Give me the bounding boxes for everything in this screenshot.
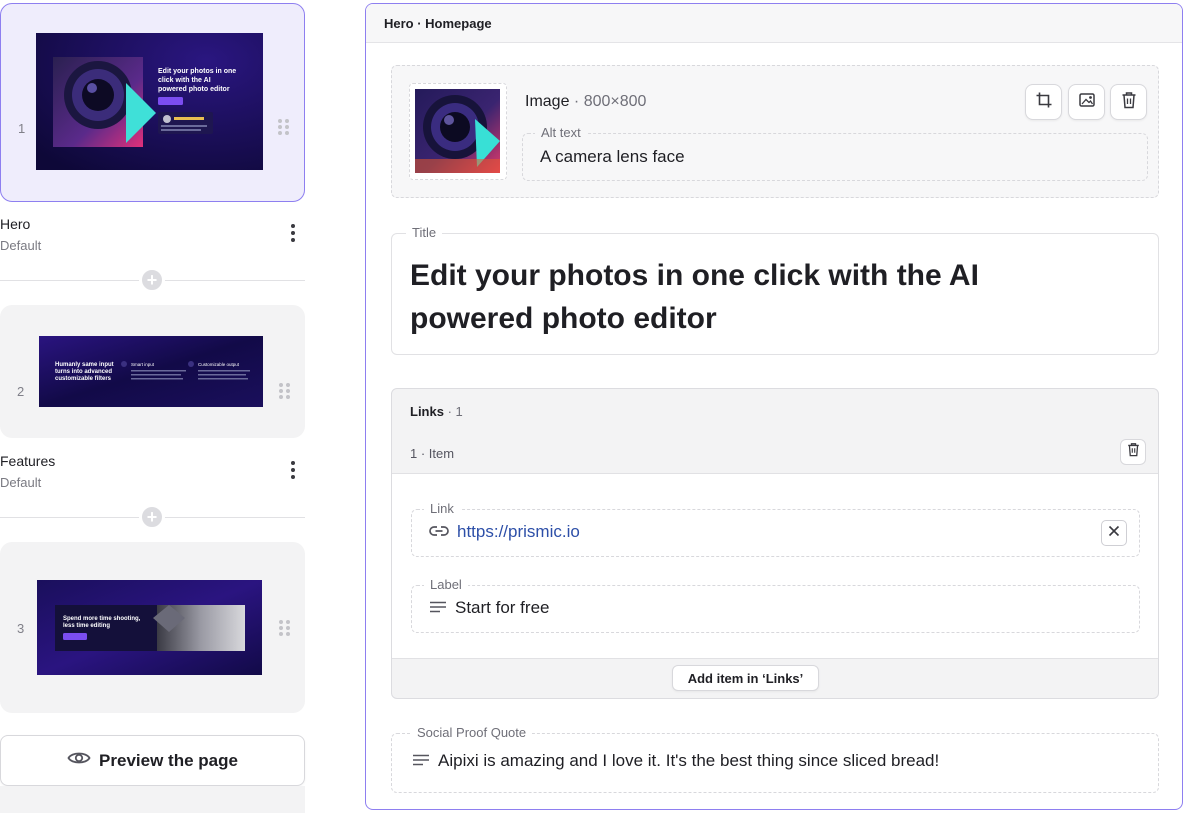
link-value-row: https://prismic.io xyxy=(429,522,580,542)
label-field[interactable]: Label Start for free xyxy=(411,577,1140,633)
image-preview[interactable] xyxy=(409,83,507,180)
trash-icon xyxy=(1127,442,1140,462)
svg-text:Humanly same input: Humanly same input xyxy=(55,362,114,368)
trash-icon xyxy=(1121,91,1137,114)
quote-value-row: Aipixi is amazing and I love it. It's th… xyxy=(412,751,939,771)
replace-image-icon xyxy=(1078,91,1096,114)
svg-text:less time editing: less time editing xyxy=(63,623,110,629)
slice-thumbnail-hero: Edit your photos in one click with the A… xyxy=(36,33,263,170)
editor-header: Hero · Homepage xyxy=(366,4,1182,43)
alt-text-field[interactable]: Alt text A camera lens face xyxy=(522,125,1148,181)
eye-icon xyxy=(67,750,91,771)
preview-page-button[interactable]: Preview the page xyxy=(0,735,305,786)
slice-name: Hero xyxy=(0,216,31,232)
svg-text:turns into advanced: turns into advanced xyxy=(55,369,112,375)
quote-label: Social Proof Quote xyxy=(411,725,533,740)
crop-button[interactable] xyxy=(1025,84,1062,120)
more-options-icon[interactable] xyxy=(291,224,295,242)
svg-text:Edit your photos in one: Edit your photos in one xyxy=(158,68,236,75)
link-icon xyxy=(429,522,449,542)
svg-text:powered photo editor: powered photo editor xyxy=(158,86,230,93)
slice-thumbnail-3: Spend more time shooting, less time edit… xyxy=(37,580,262,675)
sidebar-bottom-strip xyxy=(0,786,305,813)
drag-handle-icon[interactable] xyxy=(278,119,290,135)
item-header: 1 · Item xyxy=(410,446,455,461)
svg-text:Customizable output: Customizable output xyxy=(198,362,240,367)
slice-variant: Default xyxy=(0,238,42,253)
title-field[interactable]: Title Edit your photos in one click with… xyxy=(391,225,1159,355)
add-item-button[interactable]: Add item in ‘Links’ xyxy=(672,665,819,691)
clear-link-button[interactable] xyxy=(1101,520,1127,546)
label-value-row: Start for free xyxy=(429,598,549,618)
label-value: Start for free xyxy=(455,598,550,617)
slice-number: 2 xyxy=(17,384,25,399)
link-label: Link xyxy=(424,501,460,516)
drag-handle-icon[interactable] xyxy=(279,383,291,399)
text-lines-icon xyxy=(429,598,447,618)
slice-variant: Default xyxy=(0,475,42,490)
alt-text-label: Alt text xyxy=(535,125,587,140)
social-proof-quote-field[interactable]: Social Proof Quote Aipixi is amazing and… xyxy=(391,725,1159,793)
slice-thumbnail-features: Humanly same input turns into advanced c… xyxy=(39,336,263,407)
add-slice-plus-icon[interactable]: + xyxy=(139,267,165,293)
quote-value: Aipixi is amazing and I love it. It's th… xyxy=(438,751,940,770)
alt-text-value: A camera lens face xyxy=(540,147,685,166)
crop-icon xyxy=(1035,91,1053,114)
image-label: Image xyxy=(525,93,570,110)
slice-number: 1 xyxy=(18,121,26,136)
more-options-icon[interactable] xyxy=(291,461,295,479)
text-lines-icon xyxy=(412,751,430,771)
slice-meta-features: Features Default xyxy=(0,453,305,490)
label-label: Label xyxy=(424,577,468,592)
drag-handle-icon[interactable] xyxy=(279,620,291,636)
slices-sidebar: 1 Edit your photos in one click with the… xyxy=(0,0,306,813)
links-header: Links · 1 xyxy=(410,404,463,419)
image-dimensions: · 800×800 xyxy=(573,93,647,110)
image-title: Image · 800×800 xyxy=(525,93,646,111)
link-field[interactable]: Link https://prismic.io xyxy=(411,501,1140,557)
slice-name: Features xyxy=(0,453,56,469)
replace-image-button[interactable] xyxy=(1068,84,1105,120)
slice-card-hero[interactable]: 1 Edit your photos in one click with the… xyxy=(0,3,305,202)
slice-number: 3 xyxy=(17,621,25,636)
title-label: Title xyxy=(406,225,443,240)
slice-card-3[interactable]: 3 Spend more time shooting, less time ed… xyxy=(0,542,305,713)
link-item-body: Link https://prismic.io Label Start for … xyxy=(392,473,1158,659)
svg-text:click with the AI: click with the AI xyxy=(158,77,211,84)
svg-text:Spend more time shooting,: Spend more time shooting, xyxy=(63,616,141,622)
svg-text:Smart input: Smart input xyxy=(131,362,155,367)
add-slice-plus-icon[interactable]: + xyxy=(139,504,165,530)
slice-card-features[interactable]: 2 Humanly same input turns into advanced… xyxy=(0,305,305,438)
preview-page-label: Preview the page xyxy=(99,750,238,770)
image-field: Image · 800×800 Alt text A camera lens f… xyxy=(391,65,1159,198)
delete-image-button[interactable] xyxy=(1110,84,1147,120)
link-url[interactable]: https://prismic.io xyxy=(457,522,580,542)
links-group: Links · 1 1 · Item Link https://prismic.… xyxy=(391,388,1159,699)
svg-text:customizable filters: customizable filters xyxy=(55,376,112,382)
close-icon xyxy=(1108,524,1120,542)
delete-item-button[interactable] xyxy=(1120,439,1146,465)
title-value: Edit your photos in one click with the A… xyxy=(410,259,979,335)
links-label: Links xyxy=(410,404,444,419)
links-count: · 1 xyxy=(447,404,463,419)
slice-editor-panel: Hero · Homepage Image · 800×800 Alt text… xyxy=(365,3,1183,810)
slice-meta-hero: Hero Default xyxy=(0,216,305,253)
